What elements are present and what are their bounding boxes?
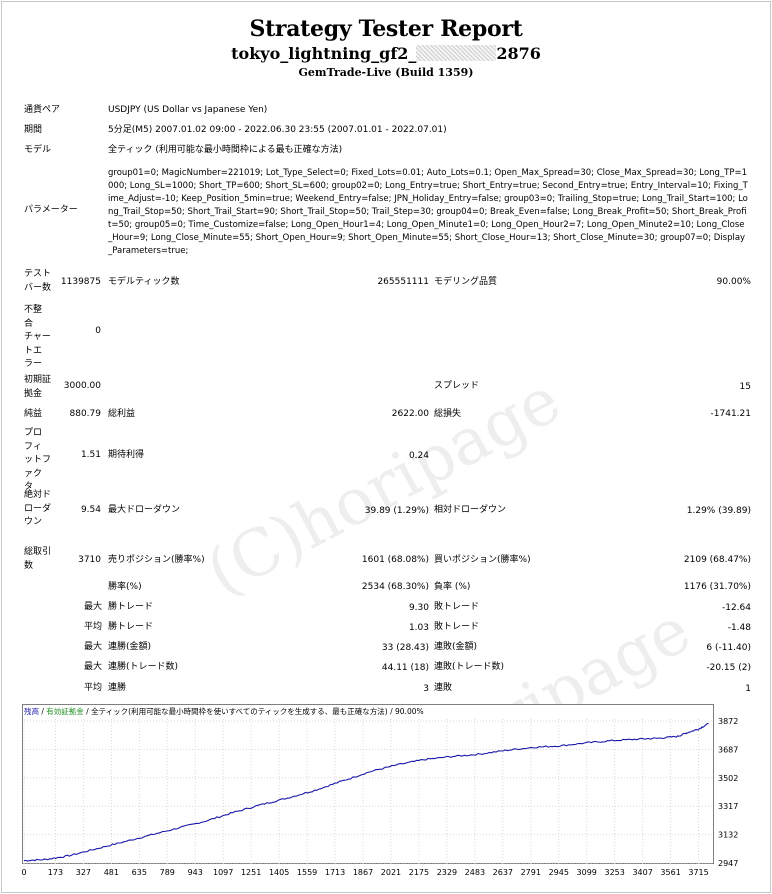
x-tick-label: 327 [76,868,91,877]
x-tick-label: 1713 [325,868,345,877]
y-tick-label: 2947 [718,859,738,868]
x-tick-label: 2945 [549,868,569,877]
x-tick-label: 1867 [353,868,373,877]
x-tick-label: 3099 [577,868,597,877]
x-tick-label: 2329 [437,868,457,877]
x-tick-label: 1559 [297,868,317,877]
x-tick-label: 3715 [688,868,708,877]
y-tick-label: 3502 [718,774,738,783]
x-tick-label: 3407 [632,868,652,877]
x-tick-label: 481 [104,868,119,877]
x-tick-label: 1405 [269,868,289,877]
balance-line [23,722,709,862]
x-tick-label: 0 [21,868,26,877]
x-tick-label: 635 [132,868,147,877]
x-tick-label: 3561 [660,868,680,877]
x-tick-label: 2021 [381,868,401,877]
x-tick-label: 1097 [213,868,233,877]
x-tick-label: 1251 [241,868,261,877]
x-tick-label: 173 [48,868,63,877]
y-tick-label: 3317 [718,802,738,811]
x-tick-label: 3253 [604,868,624,877]
x-tick-label: 2637 [493,868,513,877]
x-tick-label: 789 [160,868,175,877]
x-tick-label: 2791 [521,868,541,877]
x-tick-label: 2175 [409,868,429,877]
x-tick-label: 2483 [465,868,485,877]
x-tick-label: 943 [188,868,203,877]
chart-svg: 3872 3687 3502 3317 3132 2947 0 173 327 481 635 789… [21,717,738,877]
y-tick-label: 3132 [718,831,738,840]
y-tick-label: 3687 [718,745,738,754]
y-tick-label: 3872 [718,717,738,726]
